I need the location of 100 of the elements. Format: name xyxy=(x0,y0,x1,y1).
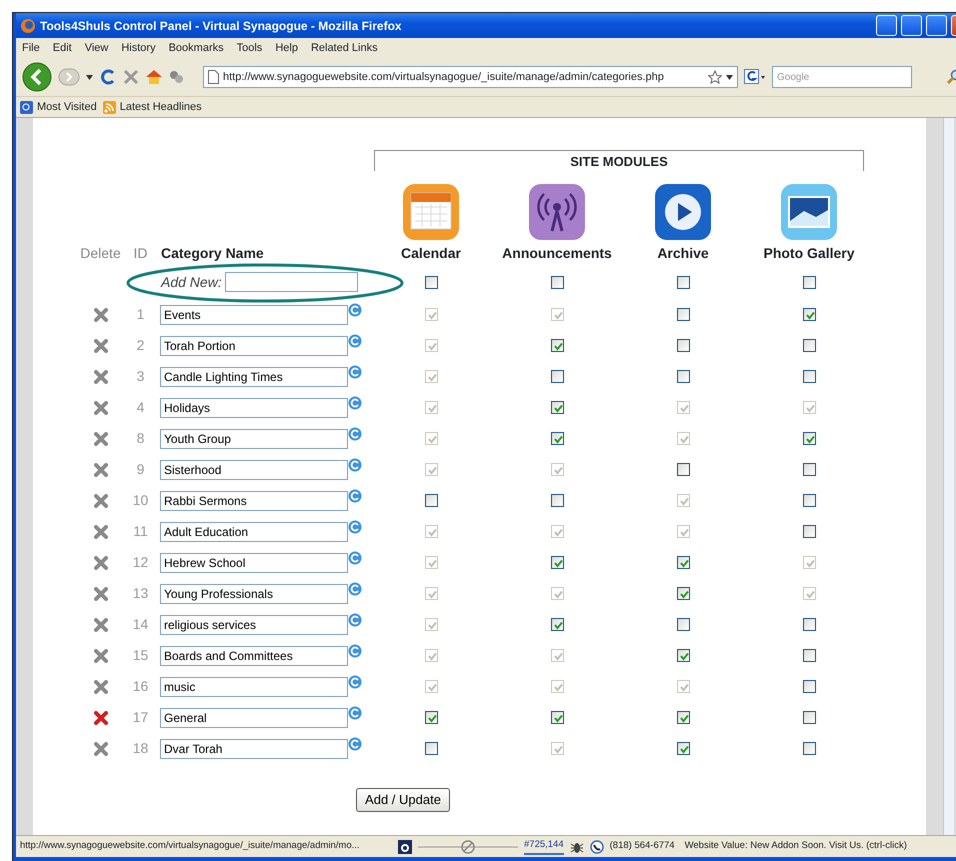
delete-icon[interactable] xyxy=(94,494,108,508)
refresh-icon[interactable] xyxy=(348,551,362,565)
refresh-icon[interactable] xyxy=(348,334,362,348)
checkbox[interactable] xyxy=(550,401,564,414)
category-name-field[interactable]: religious services xyxy=(160,614,348,634)
checkbox[interactable] xyxy=(676,308,690,321)
checkbox[interactable] xyxy=(550,556,564,569)
checkbox[interactable] xyxy=(802,525,816,538)
checkbox[interactable] xyxy=(550,618,564,631)
dropdown-caret-icon[interactable] xyxy=(86,74,93,80)
checkbox[interactable] xyxy=(802,432,816,445)
menu-item[interactable]: Edit xyxy=(52,40,72,56)
category-name-field[interactable]: Young Professionals xyxy=(160,584,348,604)
address-field[interactable]: http://www.synagoguewebsite.com/virtualsynagogue/_isuite/manage/admin/categories.php xyxy=(203,66,738,88)
refresh-icon[interactable] xyxy=(348,706,362,720)
refresh-icon[interactable] xyxy=(348,675,362,689)
delete-icon[interactable] xyxy=(94,648,108,662)
checkbox[interactable] xyxy=(550,276,564,288)
checkbox[interactable] xyxy=(424,711,438,724)
search-engine-icon[interactable] xyxy=(744,68,766,86)
delete-icon[interactable] xyxy=(94,432,108,446)
refresh-icon[interactable] xyxy=(348,737,362,751)
scrollbar[interactable] xyxy=(943,118,954,835)
checkbox[interactable] xyxy=(676,711,690,724)
checkbox[interactable] xyxy=(424,494,438,507)
delete-icon[interactable] xyxy=(94,308,108,322)
checkbox[interactable] xyxy=(802,494,816,507)
checkbox[interactable] xyxy=(802,370,816,383)
refresh-icon[interactable] xyxy=(348,365,362,379)
reload-icon[interactable] xyxy=(99,68,117,86)
category-name-field[interactable]: Rabbi Sermons xyxy=(160,490,348,510)
refresh-icon[interactable] xyxy=(348,644,362,658)
refresh-icon[interactable] xyxy=(348,458,362,472)
menu-item[interactable]: View xyxy=(84,40,108,56)
category-name-field[interactable]: Events xyxy=(160,304,348,324)
refresh-icon[interactable] xyxy=(348,520,362,534)
checkbox[interactable] xyxy=(676,742,690,755)
delete-icon[interactable] xyxy=(94,370,108,384)
back-button[interactable] xyxy=(22,62,52,92)
checkbox[interactable] xyxy=(676,556,690,569)
delete-icon[interactable] xyxy=(94,680,108,694)
star-icon[interactable] xyxy=(708,70,722,84)
menu-item[interactable]: File xyxy=(22,40,40,56)
checkbox[interactable] xyxy=(424,742,438,755)
bookmark-link[interactable]: Latest Headlines xyxy=(120,98,202,116)
menu-item[interactable]: Related Links xyxy=(310,40,378,56)
delete-icon[interactable] xyxy=(94,618,108,632)
submit-button[interactable]: Add / Update xyxy=(356,788,450,812)
refresh-icon[interactable] xyxy=(348,303,362,317)
checkbox[interactable] xyxy=(802,308,816,321)
category-name-field[interactable]: General xyxy=(160,708,348,728)
checkbox[interactable] xyxy=(676,370,690,383)
checkbox[interactable] xyxy=(676,587,690,600)
checkbox[interactable] xyxy=(550,370,564,383)
refresh-icon[interactable] xyxy=(348,489,362,503)
checkbox[interactable] xyxy=(676,339,690,352)
checkbox[interactable] xyxy=(550,339,564,352)
category-name-field[interactable]: Holidays xyxy=(160,398,348,418)
checkbox[interactable] xyxy=(676,276,690,288)
category-name-field[interactable]: Dvar Torah xyxy=(160,738,348,758)
category-name-field[interactable]: Adult Education xyxy=(160,522,348,542)
checkbox[interactable] xyxy=(802,618,816,631)
refresh-icon[interactable] xyxy=(348,396,362,410)
category-name-field[interactable]: music xyxy=(160,676,348,696)
category-name-field[interactable]: Torah Portion xyxy=(160,336,348,356)
checkbox[interactable] xyxy=(802,649,816,662)
checkbox[interactable] xyxy=(676,463,690,476)
refresh-icon[interactable] xyxy=(348,582,362,596)
checkbox[interactable] xyxy=(550,494,564,507)
checkbox[interactable] xyxy=(550,432,564,445)
category-name-field[interactable]: Youth Group xyxy=(160,428,348,448)
minimize-button[interactable] xyxy=(901,15,922,36)
category-name-field[interactable]: Sisterhood xyxy=(160,460,348,480)
delete-icon[interactable] xyxy=(94,742,108,756)
delete-icon[interactable] xyxy=(94,556,108,570)
menu-item[interactable]: Tools xyxy=(236,40,262,56)
delete-icon[interactable] xyxy=(94,338,108,352)
category-name-field[interactable]: Boards and Committees xyxy=(160,646,348,666)
home-icon[interactable] xyxy=(145,69,163,85)
bookmark-link[interactable]: Most Visited xyxy=(37,98,97,116)
menu-item[interactable]: History xyxy=(121,40,156,56)
menu-item[interactable]: Bookmarks xyxy=(168,40,224,56)
restore-button[interactable] xyxy=(876,15,897,36)
checkbox[interactable] xyxy=(802,680,816,693)
dropdown-caret-icon[interactable] xyxy=(726,74,733,80)
checkbox[interactable] xyxy=(802,463,816,476)
checkbox[interactable] xyxy=(676,618,690,631)
checkbox[interactable] xyxy=(550,711,564,724)
checkbox[interactable] xyxy=(802,276,816,288)
add-new-field[interactable] xyxy=(224,272,358,292)
delete-icon[interactable] xyxy=(94,462,108,476)
refresh-icon[interactable] xyxy=(348,427,362,441)
checkbox[interactable] xyxy=(802,339,816,352)
category-name-field[interactable]: Hebrew School xyxy=(160,552,348,572)
delete-icon[interactable] xyxy=(94,400,108,414)
refresh-icon[interactable] xyxy=(348,613,362,627)
checkbox[interactable] xyxy=(802,742,816,755)
maximize-button[interactable] xyxy=(926,15,947,36)
category-name-field[interactable]: Candle Lighting Times xyxy=(160,366,348,386)
checkbox[interactable] xyxy=(676,649,690,662)
